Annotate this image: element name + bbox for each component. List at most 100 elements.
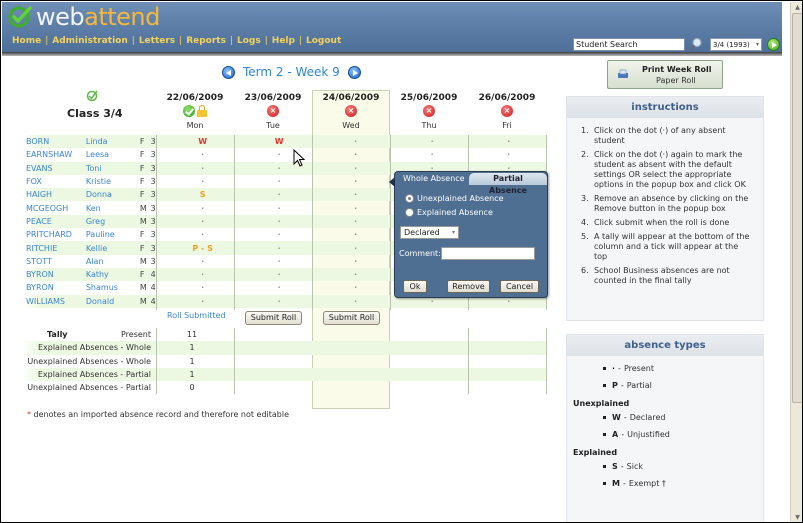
attendance-mark[interactable]: · xyxy=(164,217,241,226)
student-first-name[interactable]: Donna xyxy=(86,190,140,199)
cancel-button[interactable]: Cancel xyxy=(500,280,539,293)
attendance-mark[interactable]: W xyxy=(164,137,241,146)
student-first-name[interactable]: Linda xyxy=(86,137,140,146)
attendance-mark[interactable]: · xyxy=(241,270,318,279)
attendance-mark[interactable]: · xyxy=(241,177,318,186)
attendance-mark[interactable]: · xyxy=(241,283,318,292)
absence-reason-select[interactable]: Declared ▾ xyxy=(400,226,459,239)
attendance-mark[interactable]: · xyxy=(317,150,394,159)
tab-partial-absence[interactable]: Partial Absence xyxy=(469,173,547,195)
attendance-mark[interactable]: S xyxy=(164,190,241,199)
student-last-name[interactable]: HAIGH xyxy=(23,190,86,199)
attendance-mark[interactable]: · xyxy=(241,150,318,159)
scroll-down-arrow[interactable]: ▼ xyxy=(791,512,802,522)
attendance-mark[interactable]: · xyxy=(394,297,471,306)
nav-administration[interactable]: Administration xyxy=(52,36,128,46)
attendance-mark[interactable]: · xyxy=(317,217,394,226)
attendance-mark[interactable]: · xyxy=(470,137,547,146)
ok-button[interactable]: Ok xyxy=(403,280,427,293)
attendance-mark[interactable]: · xyxy=(394,150,471,159)
attendance-mark[interactable]: · xyxy=(241,204,318,213)
attendance-mark[interactable]: · xyxy=(164,283,241,292)
student-last-name[interactable]: STOTT xyxy=(23,257,86,266)
go-button[interactable] xyxy=(767,38,780,51)
attendance-mark[interactable]: W xyxy=(241,137,318,146)
attendance-mark[interactable]: · xyxy=(317,230,394,239)
student-last-name[interactable]: FOX xyxy=(23,177,86,186)
attendance-mark[interactable]: · xyxy=(241,257,318,266)
radio-unexplained-absence[interactable]: Unexplained Absence xyxy=(405,194,504,203)
page-scrollbar[interactable]: ▲ ▼ xyxy=(790,2,802,522)
tab-whole-absence[interactable]: Whole Absence xyxy=(399,173,469,185)
student-first-name[interactable]: Shamus xyxy=(86,283,140,292)
lock-icon[interactable] xyxy=(197,105,207,117)
attendance-mark[interactable]: · xyxy=(317,244,394,253)
nav-logs[interactable]: Logs xyxy=(237,36,261,46)
student-last-name[interactable]: BYRON xyxy=(23,283,86,292)
attendance-mark[interactable]: · xyxy=(470,297,547,306)
attendance-mark[interactable]: · xyxy=(317,297,394,306)
class-select[interactable]: 3/4 (1993) ▾ xyxy=(710,38,762,51)
student-last-name[interactable]: MCGEOGH xyxy=(23,204,86,213)
search-icon[interactable] xyxy=(689,37,703,51)
attendance-mark[interactable]: · xyxy=(317,257,394,266)
attendance-mark[interactable]: · xyxy=(164,297,241,306)
student-last-name[interactable]: EARNSHAW xyxy=(23,150,86,159)
attendance-mark[interactable]: · xyxy=(164,164,241,173)
attendance-mark[interactable]: · xyxy=(164,150,241,159)
radio-button-selected[interactable] xyxy=(405,194,414,203)
nav-logout[interactable]: Logout xyxy=(306,36,341,46)
attendance-mark[interactable]: · xyxy=(164,270,241,279)
student-last-name[interactable]: PRITCHARD xyxy=(23,230,86,239)
print-week-roll-button[interactable]: Print Week Roll Paper Roll xyxy=(607,60,723,89)
student-search-input[interactable]: Student Search xyxy=(573,38,685,51)
comment-input[interactable] xyxy=(441,247,535,260)
radio-explained-absence[interactable]: Explained Absence xyxy=(405,208,493,217)
attendance-mark[interactable]: · xyxy=(394,137,471,146)
submit-roll-button-wed[interactable]: Submit Roll xyxy=(323,311,380,325)
attendance-mark[interactable]: · xyxy=(241,230,318,239)
nav-home[interactable]: Home xyxy=(12,36,41,46)
student-last-name[interactable]: RITCHIE xyxy=(23,244,86,253)
scroll-up-arrow[interactable]: ▲ xyxy=(791,2,802,13)
attendance-mark[interactable]: · xyxy=(241,164,318,173)
student-first-name[interactable]: Toni xyxy=(86,164,140,173)
nav-letters[interactable]: Letters xyxy=(139,36,175,46)
nav-help[interactable]: Help xyxy=(272,36,295,46)
attendance-mark[interactable]: · xyxy=(241,297,318,306)
scroll-thumb[interactable] xyxy=(792,13,802,403)
student-first-name[interactable]: Greg xyxy=(86,217,140,226)
roll-submitted-link[interactable]: Roll Submitted xyxy=(167,311,226,320)
attendance-mark[interactable]: · xyxy=(317,164,394,173)
remove-button[interactable]: Remove xyxy=(447,280,490,293)
student-first-name[interactable]: Alan xyxy=(86,257,140,266)
attendance-mark[interactable]: · xyxy=(317,137,394,146)
attendance-mark[interactable]: · xyxy=(164,257,241,266)
submit-roll-button-tue[interactable]: Submit Roll xyxy=(245,311,302,325)
attendance-mark[interactable]: · xyxy=(317,177,394,186)
attendance-mark[interactable]: · xyxy=(164,177,241,186)
student-last-name[interactable]: WILLIAMS xyxy=(23,297,86,306)
student-last-name[interactable]: EVANS xyxy=(23,164,86,173)
student-first-name[interactable]: Kellie xyxy=(86,244,140,253)
student-first-name[interactable]: Ken xyxy=(86,204,140,213)
student-first-name[interactable]: Donald xyxy=(86,297,140,306)
attendance-mark[interactable]: P - S xyxy=(164,244,241,253)
student-first-name[interactable]: Pauline xyxy=(86,230,140,239)
attendance-mark[interactable]: · xyxy=(470,150,547,159)
radio-button[interactable] xyxy=(405,208,414,217)
previous-week-button[interactable] xyxy=(222,65,235,79)
attendance-mark[interactable]: · xyxy=(317,283,394,292)
attendance-mark[interactable]: · xyxy=(317,204,394,213)
attendance-mark[interactable]: · xyxy=(317,270,394,279)
attendance-mark[interactable]: · xyxy=(317,190,394,199)
student-first-name[interactable]: Kathy xyxy=(86,270,140,279)
student-first-name[interactable]: Kristie xyxy=(86,177,140,186)
attendance-mark[interactable]: · xyxy=(241,190,318,199)
student-first-name[interactable]: Leesa xyxy=(86,150,140,159)
student-last-name[interactable]: BYRON xyxy=(23,270,86,279)
attendance-mark[interactable]: · xyxy=(164,204,241,213)
next-week-button[interactable] xyxy=(347,65,361,79)
attendance-mark[interactable]: · xyxy=(241,217,318,226)
nav-reports[interactable]: Reports xyxy=(186,36,226,46)
